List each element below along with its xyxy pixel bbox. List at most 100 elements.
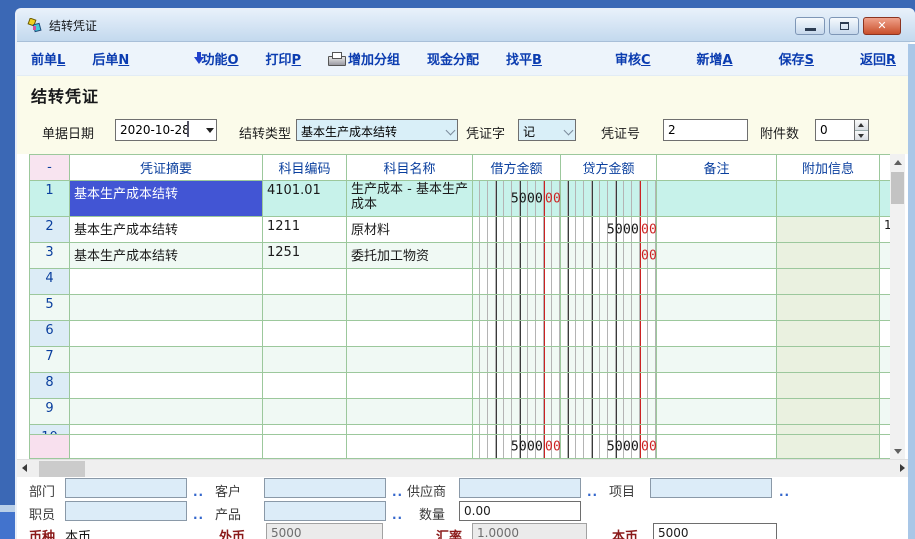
credit-amount-cell[interactable] bbox=[561, 425, 657, 434]
debit-amount-cell[interactable] bbox=[473, 295, 561, 320]
note-cell[interactable] bbox=[657, 295, 777, 320]
credit-amount-cell[interactable] bbox=[561, 347, 657, 372]
row-number-cell[interactable]: 5 bbox=[30, 295, 70, 320]
partial-cell[interactable] bbox=[880, 373, 890, 398]
summary-cell[interactable] bbox=[70, 321, 263, 346]
extra-info-cell[interactable] bbox=[777, 269, 880, 294]
new-button[interactable]: 新增A bbox=[697, 49, 733, 68]
debit-amount-cell[interactable] bbox=[473, 425, 561, 434]
row-number-cell[interactable]: 8 bbox=[30, 373, 70, 398]
account-code-cell[interactable]: 1251 bbox=[263, 243, 347, 268]
debit-amount-cell[interactable]: 500000 bbox=[473, 181, 561, 216]
partial-cell[interactable] bbox=[880, 425, 890, 434]
col-header-note[interactable]: 备注 bbox=[657, 155, 777, 180]
transfer-type-select[interactable]: 基本生产成本结转 bbox=[296, 119, 458, 141]
account-code-cell[interactable] bbox=[263, 373, 347, 398]
note-cell[interactable] bbox=[657, 321, 777, 346]
stepper-up-button[interactable] bbox=[855, 120, 868, 130]
save-button[interactable]: 保存S bbox=[779, 49, 814, 68]
credit-amount-cell[interactable]: 00 bbox=[561, 243, 657, 268]
partial-cell[interactable] bbox=[880, 435, 890, 458]
product-browse-button[interactable]: .. bbox=[392, 508, 403, 522]
summary-cell-selected[interactable]: 基本生产成本结转 bbox=[70, 181, 263, 216]
row-number-cell[interactable]: 7 bbox=[30, 347, 70, 372]
note-cell[interactable] bbox=[657, 373, 777, 398]
attachment-stepper[interactable] bbox=[855, 119, 869, 141]
col-header-index[interactable]: - bbox=[30, 155, 70, 180]
horizontal-scrollbar[interactable] bbox=[17, 459, 910, 477]
row-number-cell[interactable]: 6 bbox=[30, 321, 70, 346]
account-code-cell[interactable]: 4101.01 bbox=[263, 181, 347, 216]
partial-cell[interactable] bbox=[880, 399, 890, 424]
credit-amount-cell[interactable] bbox=[561, 269, 657, 294]
col-header-extra-info[interactable]: 附加信息 bbox=[777, 155, 880, 180]
account-name-cell[interactable] bbox=[347, 425, 473, 434]
note-cell[interactable] bbox=[657, 399, 777, 424]
voucher-word-select[interactable]: 记 bbox=[518, 119, 576, 141]
scroll-left-button[interactable] bbox=[17, 460, 33, 478]
minimize-button[interactable] bbox=[795, 17, 825, 35]
extra-info-cell[interactable] bbox=[777, 425, 880, 434]
extra-info-cell[interactable] bbox=[777, 373, 880, 398]
staff-input[interactable] bbox=[65, 501, 187, 521]
credit-amount-cell[interactable] bbox=[561, 321, 657, 346]
account-name-cell[interactable]: 委托加工物资 bbox=[347, 243, 473, 268]
add-group-button[interactable]: 增加分组 bbox=[348, 49, 400, 68]
total-debit-cell[interactable]: 500000 bbox=[473, 435, 561, 458]
staff-browse-button[interactable]: .. bbox=[193, 508, 204, 522]
extra-info-cell[interactable] bbox=[777, 243, 880, 268]
horizontal-scroll-thumb[interactable] bbox=[39, 461, 85, 477]
summary-cell[interactable] bbox=[70, 295, 263, 320]
dept-browse-button[interactable]: .. bbox=[193, 485, 204, 499]
partial-cell[interactable] bbox=[880, 321, 890, 346]
summary-cell[interactable] bbox=[70, 399, 263, 424]
summary-cell[interactable] bbox=[70, 425, 263, 434]
debit-amount-cell[interactable] bbox=[473, 269, 561, 294]
balance-button[interactable]: 找平B bbox=[506, 49, 542, 68]
summary-cell[interactable] bbox=[70, 269, 263, 294]
date-input[interactable]: 2020-10-28 bbox=[115, 119, 217, 141]
debit-amount-cell[interactable] bbox=[473, 373, 561, 398]
vertical-scroll-thumb[interactable] bbox=[891, 172, 904, 204]
account-name-cell[interactable] bbox=[347, 399, 473, 424]
account-code-cell[interactable] bbox=[263, 399, 347, 424]
title-bar[interactable]: 结转凭证 ✕ bbox=[17, 10, 915, 42]
scroll-down-button[interactable] bbox=[890, 443, 905, 459]
extra-info-cell[interactable] bbox=[777, 181, 880, 216]
partial-cell[interactable] bbox=[880, 181, 890, 216]
voucher-no-input[interactable]: 2 bbox=[663, 119, 748, 141]
print-button[interactable]: 打印P bbox=[266, 49, 302, 68]
function-button[interactable]: 功能O bbox=[201, 49, 238, 68]
next-voucher-button[interactable]: 后单N bbox=[92, 49, 129, 68]
row-number-cell[interactable]: 1 bbox=[30, 181, 70, 216]
function-dropdown-icon[interactable] bbox=[194, 52, 195, 65]
extra-info-cell[interactable] bbox=[777, 399, 880, 424]
account-code-cell[interactable] bbox=[263, 295, 347, 320]
account-name-cell[interactable] bbox=[347, 321, 473, 346]
foreign-amount-input[interactable]: 5000 bbox=[266, 523, 383, 539]
col-header-summary[interactable]: 凭证摘要 bbox=[70, 155, 263, 180]
debit-amount-cell[interactable] bbox=[473, 217, 561, 242]
project-browse-button[interactable]: .. bbox=[779, 485, 790, 499]
note-cell[interactable] bbox=[657, 269, 777, 294]
extra-info-cell[interactable] bbox=[777, 295, 880, 320]
summary-cell[interactable] bbox=[70, 347, 263, 372]
account-code-cell[interactable] bbox=[263, 269, 347, 294]
col-header-credit[interactable]: 贷方金额 bbox=[561, 155, 657, 180]
quantity-input[interactable]: 0.00 bbox=[459, 501, 581, 521]
account-code-cell[interactable] bbox=[263, 425, 347, 434]
debit-amount-cell[interactable] bbox=[473, 399, 561, 424]
account-name-cell[interactable] bbox=[347, 269, 473, 294]
account-name-cell[interactable] bbox=[347, 373, 473, 398]
printer-icon[interactable] bbox=[328, 52, 330, 65]
total-code-cell[interactable] bbox=[263, 435, 347, 458]
row-number-cell[interactable]: 4 bbox=[30, 269, 70, 294]
credit-amount-cell[interactable]: 500000 bbox=[561, 217, 657, 242]
cash-allocation-button[interactable]: 现金分配 bbox=[427, 49, 479, 68]
supplier-browse-button[interactable]: .. bbox=[587, 485, 598, 499]
local-amount-input[interactable]: 5000 bbox=[653, 523, 777, 539]
calendar-icon[interactable] bbox=[187, 122, 202, 138]
row-number-cell[interactable]: 2 bbox=[30, 217, 70, 242]
exchange-rate-input[interactable]: 1.0000 bbox=[472, 523, 587, 539]
debit-amount-cell[interactable] bbox=[473, 321, 561, 346]
